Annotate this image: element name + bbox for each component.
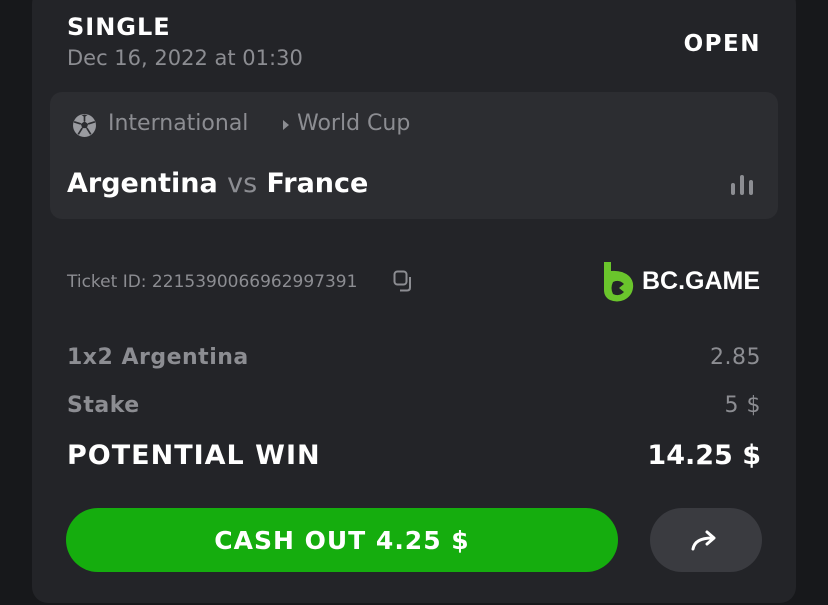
breadcrumb-category[interactable]: International xyxy=(108,111,248,136)
stake-label: Stake xyxy=(67,393,140,418)
selection-odds: 2.85 xyxy=(710,345,761,370)
match-title: Argentina vs France xyxy=(67,168,368,199)
home-team: Argentina xyxy=(67,168,218,199)
bet-status: OPEN xyxy=(683,31,761,57)
potential-win-label: POTENTIAL WIN xyxy=(67,440,321,471)
breadcrumb-tournament[interactable]: World Cup xyxy=(297,111,410,136)
cashout-button[interactable]: CASH OUT 4.25 $ xyxy=(66,508,618,572)
vs-label: vs xyxy=(227,168,258,199)
cashout-label: CASH OUT 4.25 $ xyxy=(214,525,470,555)
ticket-id: Ticket ID: 2215390066962997391 xyxy=(67,272,358,292)
soccer-ball-icon xyxy=(73,114,96,137)
bet-type: SINGLE xyxy=(67,13,171,41)
away-team: France xyxy=(266,168,369,199)
copy-icon[interactable] xyxy=(393,270,415,292)
bet-date: Dec 16, 2022 at 01:30 xyxy=(67,46,303,70)
share-button[interactable] xyxy=(650,508,762,572)
chevron-right-icon xyxy=(283,120,289,130)
stake-value: 5 $ xyxy=(724,393,761,418)
selection-market: 1x2 Argentina xyxy=(67,345,249,370)
brand-name: BC.GAME xyxy=(642,267,761,295)
bcgame-logo-icon xyxy=(604,262,634,302)
share-arrow-icon xyxy=(691,530,716,551)
potential-win-value: 14.25 $ xyxy=(647,440,761,471)
stats-icon[interactable] xyxy=(730,175,754,195)
